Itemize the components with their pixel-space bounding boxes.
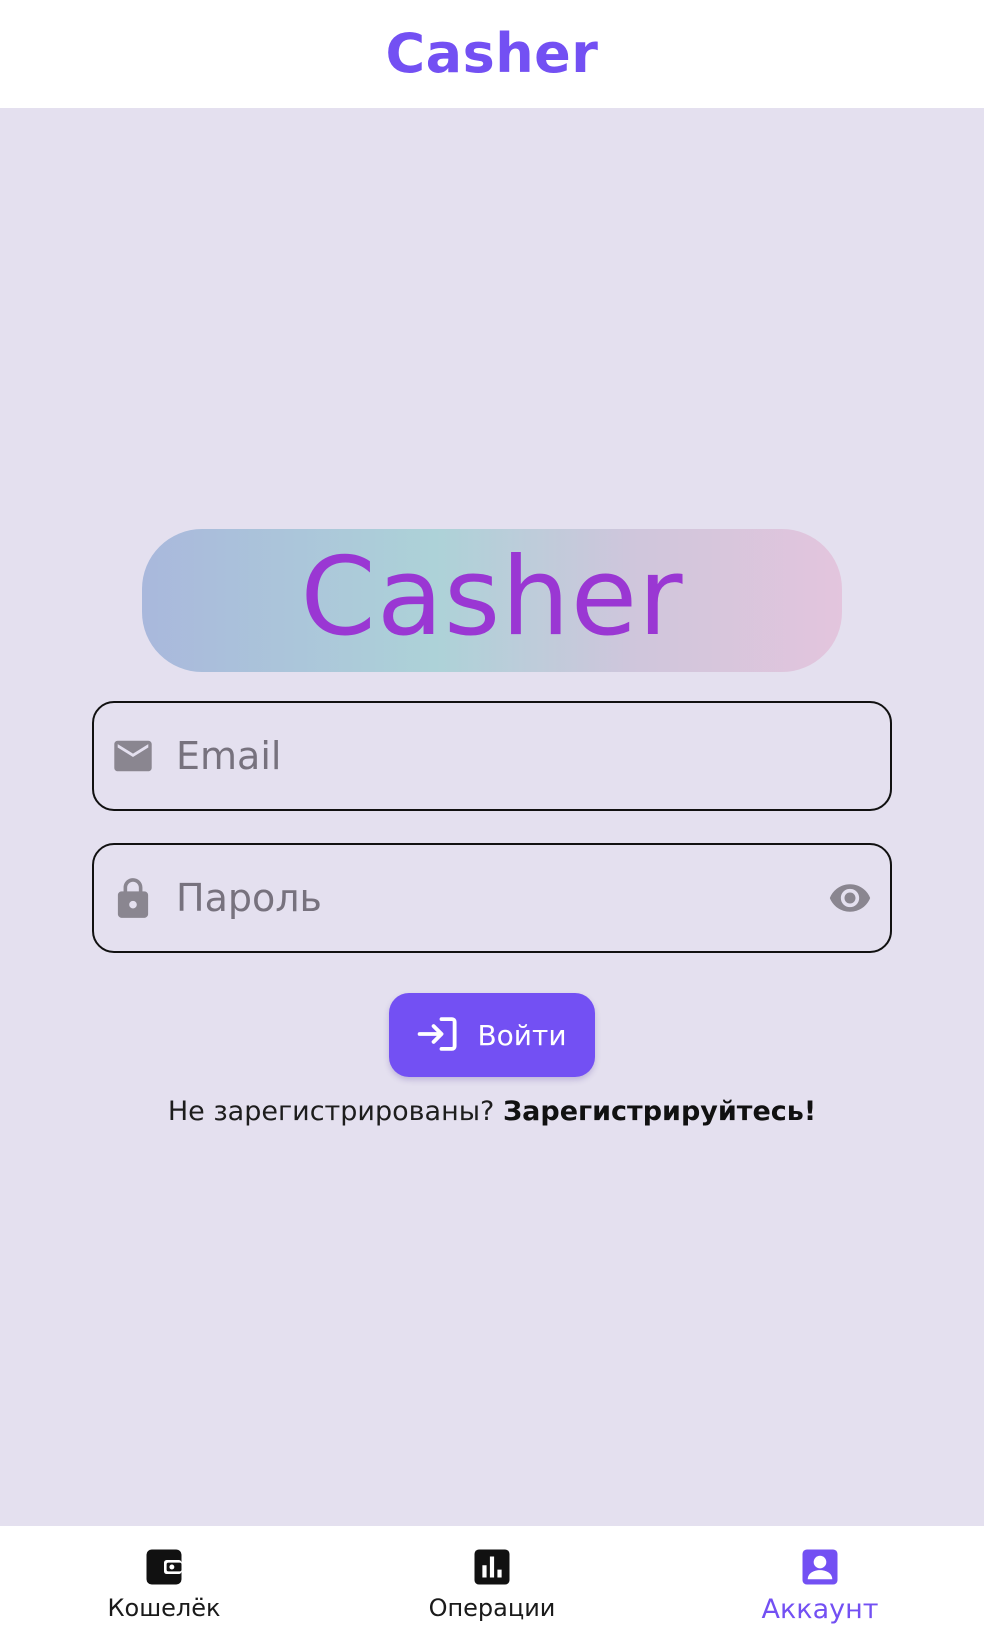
- nav-item-account[interactable]: Аккаунт: [656, 1526, 984, 1638]
- password-input[interactable]: [176, 845, 826, 951]
- app-bar-title: Casher: [385, 21, 599, 85]
- login-button[interactable]: Войти: [389, 993, 595, 1077]
- register-link[interactable]: Зарегистрируйтесь!: [503, 1096, 816, 1127]
- bottom-navigation: Кошелёк Операции Аккаунт: [0, 1526, 984, 1638]
- login-button-label: Войти: [477, 1018, 567, 1052]
- top-app-bar: Casher: [0, 0, 984, 108]
- email-field[interactable]: [92, 701, 892, 811]
- login-screen: Casher Email Войти Не зарегистрированы? …: [0, 108, 984, 1526]
- register-question: Не зарегистрированы?: [167, 1096, 495, 1127]
- logo-banner: Casher: [142, 529, 842, 672]
- nav-label-wallet: Кошелёк: [107, 1594, 221, 1622]
- nav-item-wallet[interactable]: Кошелёк: [0, 1526, 328, 1638]
- bar-chart-icon: [471, 1546, 513, 1588]
- app-root: Casher Casher Email Войти Не зарегистрир…: [0, 0, 984, 1638]
- nav-label-operations: Операции: [428, 1594, 556, 1622]
- account-box-icon: [799, 1546, 841, 1588]
- nav-label-account: Аккаунт: [761, 1594, 879, 1625]
- register-prompt: Не зарегистрированы? Зарегистрируйтесь!: [0, 1096, 984, 1127]
- mail-icon: [112, 735, 154, 777]
- login-icon: [417, 1016, 459, 1055]
- nav-item-operations[interactable]: Операции: [328, 1526, 656, 1638]
- visibility-toggle-eye-icon[interactable]: [826, 874, 874, 922]
- lock-icon: [112, 877, 154, 919]
- password-field[interactable]: [92, 843, 892, 953]
- wallet-icon: [143, 1546, 185, 1588]
- email-input[interactable]: [176, 703, 890, 809]
- logo-text: Casher: [300, 535, 684, 660]
